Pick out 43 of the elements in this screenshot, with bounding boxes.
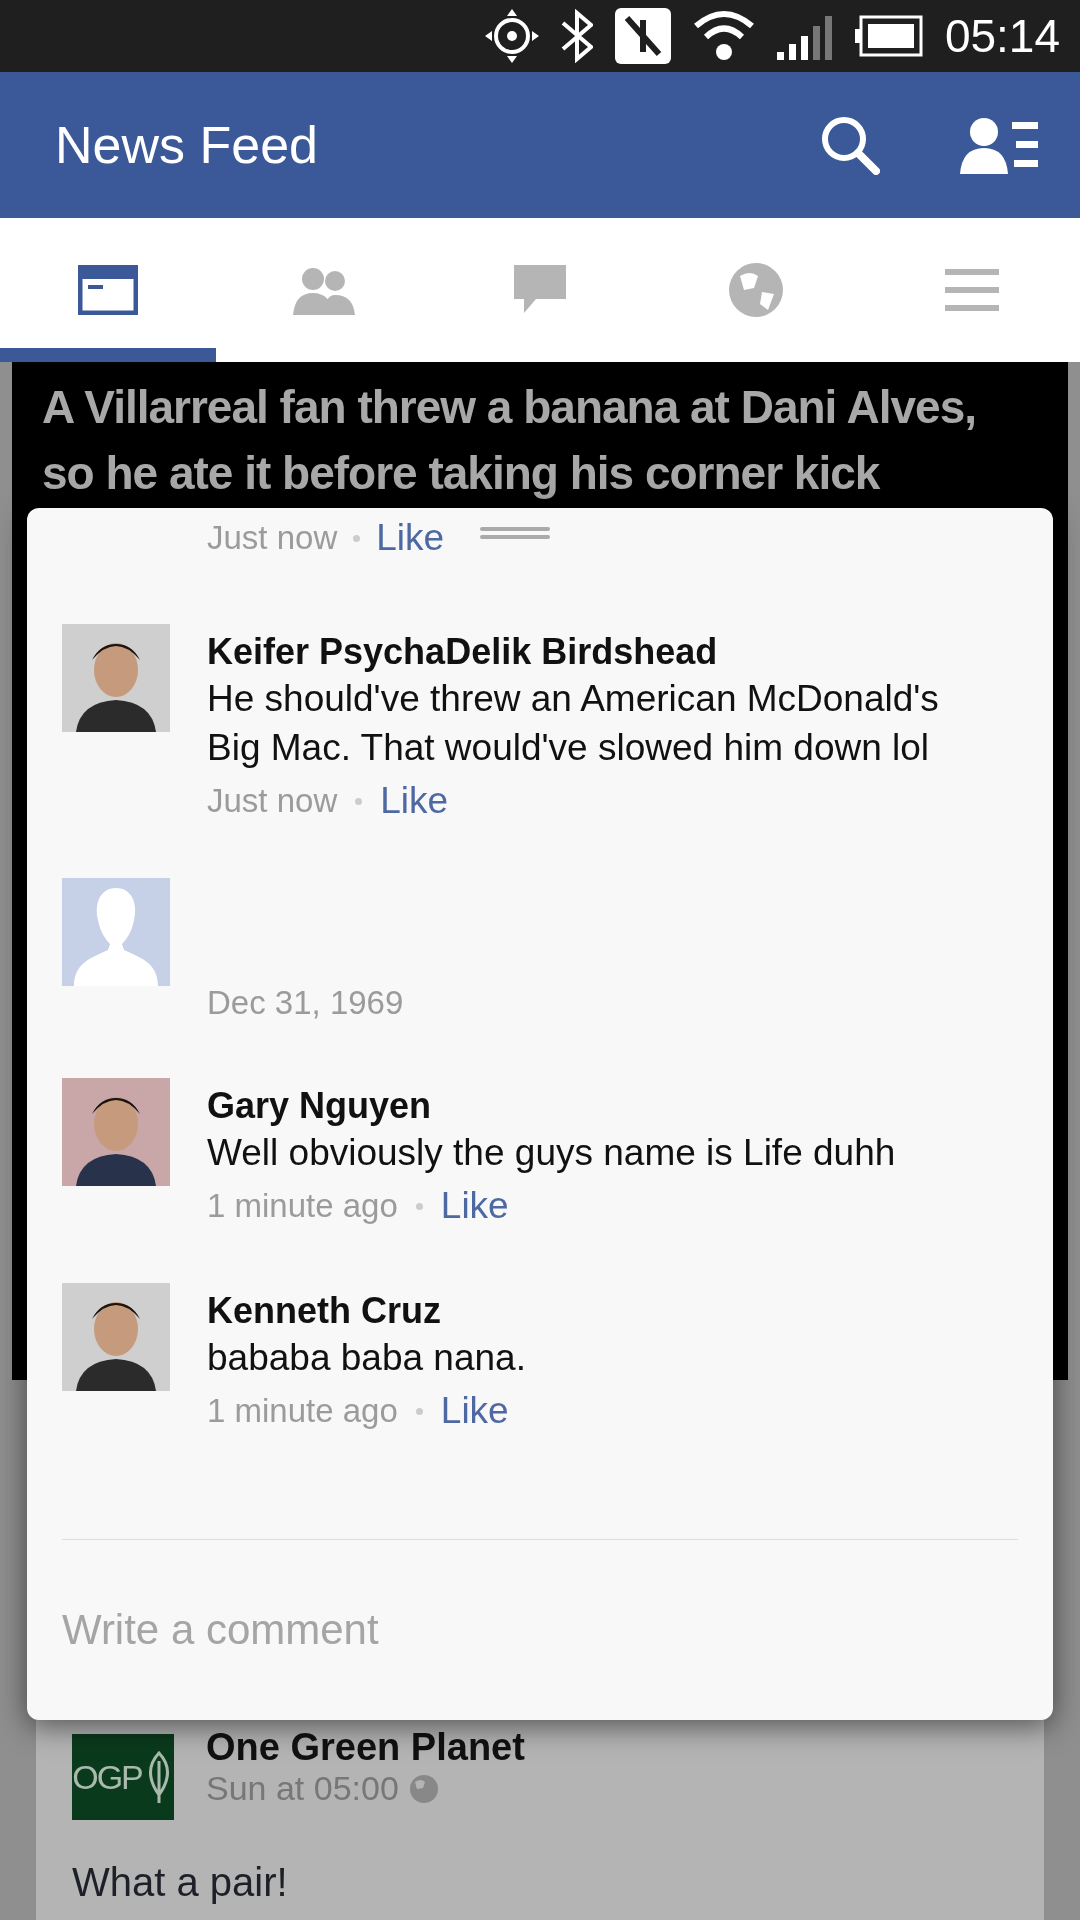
search-icon [820,115,880,175]
comment-time: 1 minute ago [207,1392,398,1430]
commenter-name[interactable]: Gary Nguyen [207,1084,997,1128]
clock-time: 05:14 [944,9,1060,63]
search-button[interactable] [820,115,880,175]
comment-time: Just now [207,519,338,557]
separator-dot [353,534,361,542]
like-link[interactable]: Like [440,1185,509,1227]
person-list-icon [960,116,1040,174]
post-time: Sun at 05:00 [206,1769,399,1808]
drag-handle-icon [480,525,551,541]
news-feed-icon [78,264,138,315]
friend-requests-button[interactable] [960,116,1040,174]
nfc-icon [614,8,671,64]
like-link[interactable]: Like [380,780,449,822]
wifi-icon [692,10,755,62]
page-title: News Feed [55,115,319,175]
comment-time: Dec 31, 1969 [207,984,404,1022]
separator-dot [415,1202,423,1210]
chat-bubble-icon [514,264,566,315]
post-text: What a pair! [72,1860,289,1905]
bluetooth-icon [560,9,593,63]
page-name: One Green Planet [206,1726,525,1769]
comment-text: bababa baba nana. [207,1336,527,1380]
gps-icon [484,9,539,63]
separator-dot [355,797,363,805]
menu-icon [945,268,999,311]
commenter-name[interactable]: Keifer PsychaDelik Birdshead [207,630,997,674]
logo-text: OGP [72,1757,142,1797]
avatar-silhouette-icon [62,878,170,986]
globe-icon [728,261,784,318]
comment-time: 1 minute ago [207,1187,398,1225]
image-headline: A Villarreal fan threw a banana at Dani Alves, so he ate it before taking his corner kick [42,380,977,501]
globe-icon [408,1773,439,1804]
separator-dot [415,1407,423,1415]
like-link[interactable]: Like [376,517,445,559]
comment-text: Well obviously the guys name is Life duhh [207,1131,897,1175]
comment-text: He should've threw an American McDonald's Big Mac. That would've slowed him down lol [207,677,940,770]
battery-icon [854,15,923,57]
commenter-name[interactable]: Kenneth Cruz [207,1289,997,1333]
comment-time: Just now [207,782,338,820]
like-link[interactable]: Like [440,1390,509,1432]
comment-input[interactable]: Write a comment [27,1540,1053,1720]
